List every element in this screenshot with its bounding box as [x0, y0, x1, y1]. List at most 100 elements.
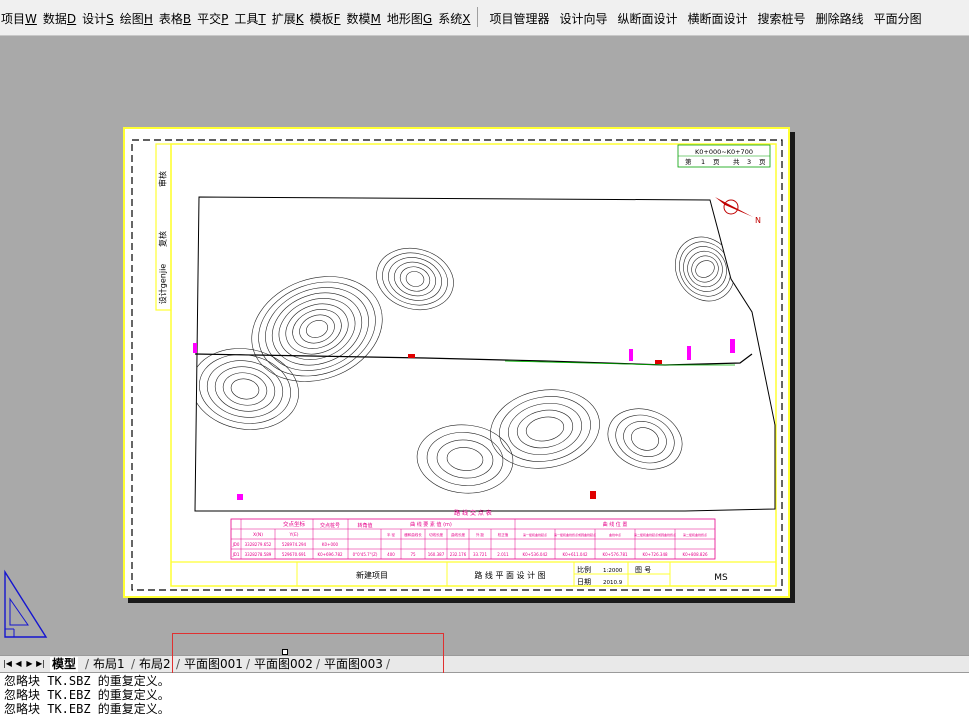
page-label-4: 页 [759, 158, 766, 166]
tab-model[interactable]: 模型 [50, 657, 79, 672]
route-marker [590, 491, 596, 499]
date-value: 2010.9 [603, 580, 623, 586]
route-marker-end [730, 339, 735, 353]
page-current: 1 [701, 158, 705, 166]
tab-plan-001[interactable]: 平面图001 [182, 657, 245, 672]
toolbar-project-manager[interactable]: 项目管理器 [484, 10, 554, 27]
drawing-canvas[interactable]: 审核 复核 设计genjie K0+000~K0+700 第 1 页 共 3 页… [0, 37, 969, 655]
tab-nav-prev-icon[interactable]: ◀ [13, 658, 24, 670]
table-cell: 0°0'45.7"(Z) [353, 552, 378, 557]
menu-item-tools[interactable]: 工具T [233, 10, 270, 27]
ucs-icon [4, 569, 48, 638]
menu-item-data[interactable]: 数据D [42, 10, 81, 27]
layout-tab-bar: |◀ ◀ ▶ ▶| 模型 / 布局1 / 布局2 / 平面图001 / 平面图0… [0, 655, 969, 673]
tab-layout1[interactable]: 布局1 [91, 657, 127, 672]
table-cell: JD0 [232, 542, 240, 547]
scale-value: 1:2000 [603, 568, 623, 574]
tab-plan-002[interactable]: 平面图002 [252, 657, 315, 672]
route-marker [629, 349, 633, 361]
table-cell: 3328278.589 [245, 552, 272, 557]
route-marker [408, 354, 415, 358]
toolbar-design-wizard[interactable]: 设计向导 [555, 10, 613, 27]
table-sub-radius: 半 径 [387, 532, 396, 537]
menu-item-template[interactable]: 模板F [309, 10, 346, 27]
table-cell: K0+536.042 [522, 552, 548, 557]
table-sub-pos-4: 第二缓和曲线起点或圆曲线终点 [634, 532, 676, 537]
toolbar-cross-section-design[interactable]: 横断面设计 [683, 10, 753, 27]
table-sub-pos-3: 曲线中点 [609, 532, 621, 537]
table-cell: K0+808.826 [682, 552, 708, 557]
table-header-station: 交点桩号 [320, 522, 340, 529]
table-header-curve: 曲 线 要 素 值 (m) [410, 521, 452, 528]
table-sub-pos-5: 第二缓和曲线终点 [683, 532, 707, 537]
table-cell: 3328279.652 [245, 542, 272, 547]
table-cell: K0+611.042 [562, 552, 588, 557]
route-marker-start [193, 343, 197, 353]
scale-label: 比例 [577, 565, 591, 574]
page-label-3: 共 [733, 157, 740, 166]
side-check: 复核 [158, 231, 168, 247]
table-cell: K0+696.782 [317, 552, 343, 557]
table-sub-correction: 校正值 [498, 532, 509, 537]
tab-plan-003[interactable]: 平面图003 [322, 657, 385, 672]
page-label-1: 第 [685, 157, 692, 166]
figure-number: MS [714, 573, 728, 583]
route-marker [655, 360, 662, 364]
north-arrow-icon: N [715, 197, 761, 225]
table-cell: 528974.294 [282, 542, 307, 547]
command-window[interactable]: 忽略块 TK.SBZ 的重复定义。 忽略块 TK.EBZ 的重复定义。 忽略块 … [0, 673, 969, 716]
tab-separator: / [85, 657, 90, 671]
chainage-range: K0+000~K0+700 [695, 148, 753, 156]
menu-item-table[interactable]: 表格B [158, 10, 196, 27]
menu-item-topomap[interactable]: 地形图G [386, 10, 437, 27]
table-cell: 400 [387, 552, 395, 557]
table-cell: 160.387 [428, 552, 445, 557]
drawing-title: 路 线 平 面 设 计 图 [474, 570, 545, 580]
menu-item-system[interactable]: 系统X [437, 10, 475, 27]
page-total: 3 [747, 158, 751, 166]
title-block: 新建项目 路 线 平 面 设 计 图 比例 1:2000 日期 2010.9 图… [171, 561, 776, 586]
tab-nav-next-icon[interactable]: ▶ [24, 658, 35, 670]
menu-item-draw[interactable]: 绘图H [119, 10, 158, 27]
table-sub-external: 外 距 [476, 532, 485, 537]
table-cell: 232.176 [450, 552, 467, 557]
table-sub-pos-1: 第一缓和曲线起点 [523, 532, 547, 537]
table-cell: 33.721 [473, 552, 487, 557]
tab-separator: / [246, 657, 251, 671]
toolbar-delete-route[interactable]: 删除路线 [811, 10, 869, 27]
tab-nav-first-icon[interactable]: |◀ [2, 658, 13, 670]
tab-separator: / [176, 657, 181, 671]
tab-nav-last-icon[interactable]: ▶| [35, 658, 46, 670]
table-cell: 75 [410, 552, 416, 557]
table-cell: 2.011 [497, 552, 509, 557]
tab-separator: / [131, 657, 136, 671]
menu-item-dtm[interactable]: 数模M [346, 10, 386, 27]
toolbar-profile-design[interactable]: 纵断面设计 [613, 10, 683, 27]
table-sub-transition: 缓和曲线长 [404, 532, 422, 537]
table-header-coords: 交点坐标 [283, 520, 306, 528]
table-cell: K0+000 [322, 542, 339, 547]
cursor-handle [282, 649, 288, 655]
menu-item-intersection[interactable]: 平交P [196, 10, 233, 27]
table-cell: K0+726.348 [642, 552, 668, 557]
table-sub-pos-2: 第一缓和曲线终点或圆曲线起点 [554, 532, 596, 537]
date-label: 日期 [577, 578, 591, 586]
tab-layout2[interactable]: 布局2 [137, 657, 173, 672]
command-line: 忽略块 TK.SBZ 的重复定义。 [4, 674, 170, 688]
menu-item-design[interactable]: 设计S [81, 10, 119, 27]
table-sub-x: X(N) [253, 532, 263, 538]
menu-item-extend[interactable]: 扩展K [271, 10, 309, 27]
tab-separator: / [386, 657, 391, 671]
intersection-table: 路 线 交 点 表 交点坐标 交点桩号 转角值 曲 线 要 素 值 (m) 曲 … [230, 509, 716, 560]
toolbar-search-station[interactable]: 搜索桩号 [753, 10, 811, 27]
menu-item-project[interactable]: 项目W [0, 10, 42, 27]
table-header-angle: 转角值 [357, 522, 372, 529]
route-marker [687, 346, 691, 360]
page-label-2: 页 [713, 158, 720, 166]
command-line: 忽略块 TK.EBZ 的重复定义。 [4, 702, 170, 716]
route-marker [237, 494, 243, 500]
side-design: 设计genjie [158, 264, 168, 305]
toolbar-plan-split[interactable]: 平面分图 [869, 10, 927, 27]
paper-sheet[interactable]: 审核 复核 设计genjie K0+000~K0+700 第 1 页 共 3 页… [123, 127, 790, 598]
plan-drawing: 审核 复核 设计genjie K0+000~K0+700 第 1 页 共 3 页… [131, 139, 783, 591]
